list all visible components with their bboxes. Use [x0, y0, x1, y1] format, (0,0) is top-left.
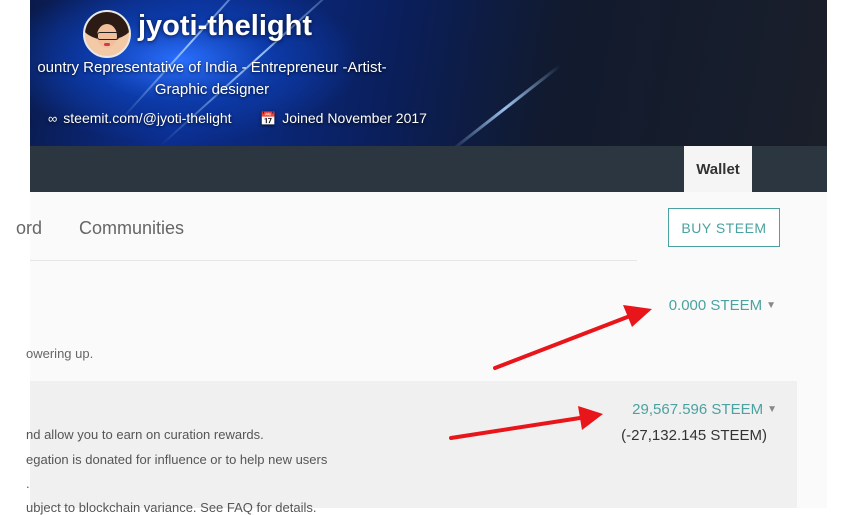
link-icon: ∞ [48, 111, 58, 126]
banner-light-streak [449, 64, 562, 146]
steem-power-value[interactable]: 29,567.596 STEEM [632, 401, 763, 418]
tab-partial[interactable]: ord [16, 218, 42, 239]
profile-joined: 📅 Joined November 2017 [260, 110, 427, 127]
profile-bio: ountry Representative of India - Entrepr… [37, 59, 387, 98]
profile-nav-bar: Wallet [30, 146, 827, 192]
buy-steem-button[interactable]: BUY STEEM [668, 208, 780, 247]
steem-power-balance[interactable]: 29,567.596 STEEM ▼ [632, 401, 777, 418]
steem-power-desc-line: egation is donated for influence or to h… [26, 452, 328, 467]
profile-website-link[interactable]: steemit.com/@jyoti-thelight [63, 110, 231, 126]
tab-wallet[interactable]: Wallet [684, 146, 752, 192]
profile-username: jyoti-thelight [138, 10, 312, 42]
wallet-content: ord Communities BUY STEEM 0.000 STEEM ▼ o… [16, 192, 827, 515]
tab-communities[interactable]: Communities [79, 218, 184, 239]
profile-joined-label: Joined November 2017 [282, 110, 427, 126]
steem-power-delegated: (-27,132.145 STEEM) [621, 427, 767, 444]
divider [30, 260, 637, 261]
avatar[interactable] [83, 10, 131, 58]
calendar-icon: 📅 [260, 111, 277, 126]
steem-power-row: 29,567.596 STEEM ▼ (-27,132.145 STEEM) nd… [26, 381, 797, 515]
profile-banner: jyoti-thelight ountry Representative of … [30, 0, 827, 146]
steem-power-desc-line: . [26, 476, 30, 491]
steem-power-desc-line: nd allow you to earn on curation rewards… [26, 427, 264, 442]
steem-balance-value[interactable]: 0.000 STEEM [669, 297, 762, 314]
steem-description: owering up. [26, 346, 94, 361]
caret-down-icon[interactable]: ▼ [766, 300, 776, 311]
profile-website[interactable]: ∞ steemit.com/@jyoti-thelight [48, 110, 232, 126]
steem-balance[interactable]: 0.000 STEEM ▼ [669, 297, 776, 314]
caret-down-icon[interactable]: ▼ [767, 404, 777, 415]
